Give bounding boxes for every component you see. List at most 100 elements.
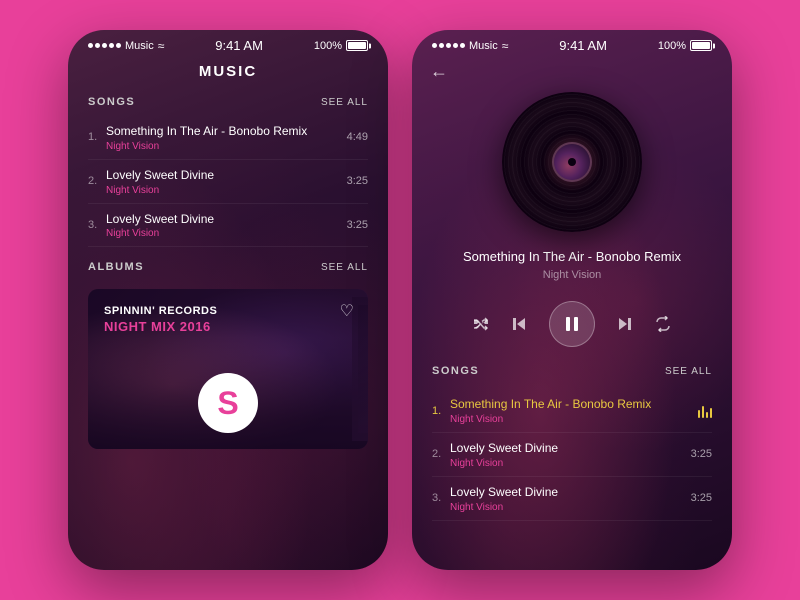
wifi-icon: ≈ <box>158 39 165 53</box>
status-app-name-right: Music <box>469 40 498 52</box>
player-song-number: 3. <box>432 492 450 504</box>
albums-see-all[interactable]: SEE ALL <box>321 262 368 273</box>
battery-label: 100% <box>314 40 342 52</box>
player-songs-title: SONGS <box>432 365 479 377</box>
eq-bar <box>706 412 709 418</box>
song-artist: Night Vision <box>106 228 339 239</box>
signal-dot <box>88 43 93 48</box>
song-item[interactable]: 3. Lovely Sweet Divine Night Vision 3:25 <box>88 204 368 248</box>
album-title: NIGHT MIX 2016 <box>104 319 352 334</box>
song-item[interactable]: 1. Something In The Air - Bonobo Remix N… <box>88 116 368 160</box>
player-song-title: Lovely Sweet Divine <box>450 484 691 501</box>
battery-fill-right <box>692 42 710 49</box>
song-duration: 3:25 <box>347 219 368 231</box>
battery-fill <box>348 42 366 49</box>
song-duration: 4:49 <box>347 131 368 143</box>
signal-dot <box>446 43 451 48</box>
page-title: MUSIC <box>68 57 388 92</box>
signal-dot <box>109 43 114 48</box>
player-song-item[interactable]: 3. Lovely Sweet Divine Night Vision 3:25 <box>432 477 712 521</box>
status-bar-right: Music ≈ 9:41 AM 100% <box>412 30 732 57</box>
eq-bar <box>702 406 705 418</box>
signal-dot <box>116 43 121 48</box>
song-artist: Night Vision <box>106 141 339 152</box>
song-info: Lovely Sweet Divine Night Vision <box>106 211 339 240</box>
song-item[interactable]: 2. Lovely Sweet Divine Night Vision 3:25 <box>88 160 368 204</box>
songs-list: 1. Something In The Air - Bonobo Remix N… <box>68 116 388 247</box>
song-artist: Night Vision <box>106 185 339 196</box>
player-song-info: Lovely Sweet Divine Night Vision <box>450 440 691 469</box>
player-song-info: Something In The Air - Bonobo Remix Nigh… <box>450 396 698 425</box>
song-number: 2. <box>88 175 106 187</box>
song-title: Lovely Sweet Divine <box>106 167 339 184</box>
equalizer-icon <box>698 404 713 418</box>
shuffle-button[interactable] <box>473 316 489 332</box>
player-songs-list: 1. Something In The Air - Bonobo Remix N… <box>412 389 732 520</box>
eq-bar <box>698 410 701 418</box>
signal-dot <box>95 43 100 48</box>
player-track-info: Something In The Air - Bonobo Remix Nigh… <box>412 248 732 295</box>
vinyl-container <box>412 92 732 232</box>
player-song-number: 1. <box>432 405 450 417</box>
songs-see-all[interactable]: SEE ALL <box>321 97 368 108</box>
battery-label-right: 100% <box>658 40 686 52</box>
eq-bar <box>710 408 713 418</box>
back-button[interactable]: ← <box>430 61 448 82</box>
svg-text:S: S <box>217 385 238 421</box>
songs-section-header: SONGS SEE ALL <box>68 92 388 116</box>
status-app-name: Music <box>125 40 154 52</box>
song-title: Lovely Sweet Divine <box>106 211 339 228</box>
battery-icon-right <box>690 40 712 51</box>
album-card[interactable]: SPINNIN' RECORDS NIGHT MIX 2016 ♡ S <box>88 289 368 449</box>
signal-dot <box>432 43 437 48</box>
album-label: SPINNIN' RECORDS <box>104 305 352 317</box>
album-content: SPINNIN' RECORDS NIGHT MIX 2016 <box>88 289 368 350</box>
player-track-artist: Night Vision <box>432 269 712 281</box>
player-song-artist: Night Vision <box>450 414 698 425</box>
songs-section-title: SONGS <box>88 96 135 108</box>
player-song-item[interactable]: 2. Lovely Sweet Divine Night Vision 3:25 <box>432 433 712 477</box>
right-phone: Music ≈ 9:41 AM 100% ← <box>412 30 732 570</box>
play-pause-button[interactable] <box>549 301 595 347</box>
player-song-title: Lovely Sweet Divine <box>450 440 691 457</box>
player-song-number: 2. <box>432 448 450 460</box>
albums-section: ALBUMS SEE ALL SPINNIN' RECORDS NIGHT MI… <box>68 257 388 449</box>
player-song-artist: Night Vision <box>450 502 691 513</box>
signal-dot <box>453 43 458 48</box>
song-info: Something In The Air - Bonobo Remix Nigh… <box>106 123 339 152</box>
repeat-button[interactable] <box>655 316 671 332</box>
albums-section-title: ALBUMS <box>88 261 144 273</box>
song-number: 1. <box>88 131 106 143</box>
left-phone: Music ≈ 9:41 AM 100% MUSIC SONGS SEE ALL <box>68 30 388 570</box>
battery-icon <box>346 40 368 51</box>
heart-icon[interactable]: ♡ <box>340 301 354 321</box>
player-song-info: Lovely Sweet Divine Night Vision <box>450 484 691 513</box>
albums-section-header: ALBUMS SEE ALL <box>68 257 388 281</box>
player-song-title: Something In The Air - Bonobo Remix <box>450 396 698 413</box>
player-songs-see-all[interactable]: SEE ALL <box>665 366 712 377</box>
signal-dot <box>439 43 444 48</box>
song-duration: 3:25 <box>347 175 368 187</box>
player-songs-header: SONGS SEE ALL <box>412 361 732 385</box>
status-bar: Music ≈ 9:41 AM 100% <box>68 30 388 57</box>
song-title: Something In The Air - Bonobo Remix <box>106 123 339 140</box>
player-song-item[interactable]: 1. Something In The Air - Bonobo Remix N… <box>432 389 712 433</box>
status-time: 9:41 AM <box>215 38 263 53</box>
signal-dot <box>460 43 465 48</box>
player-song-duration: 3:25 <box>691 448 712 460</box>
signal-dot <box>102 43 107 48</box>
status-time-right: 9:41 AM <box>559 38 607 53</box>
next-button[interactable] <box>615 314 635 334</box>
prev-button[interactable] <box>509 314 529 334</box>
player-song-artist: Night Vision <box>450 458 691 469</box>
vinyl-record <box>502 92 642 232</box>
wifi-icon-right: ≈ <box>502 39 509 53</box>
player-track-title: Something In The Air - Bonobo Remix <box>432 248 712 266</box>
album-logo: S <box>198 373 258 433</box>
player-song-duration: 3:25 <box>691 492 712 504</box>
song-info: Lovely Sweet Divine Night Vision <box>106 167 339 196</box>
player-header: ← <box>412 57 732 82</box>
player-controls <box>412 295 732 361</box>
vinyl-hole <box>568 158 576 166</box>
song-number: 3. <box>88 219 106 231</box>
